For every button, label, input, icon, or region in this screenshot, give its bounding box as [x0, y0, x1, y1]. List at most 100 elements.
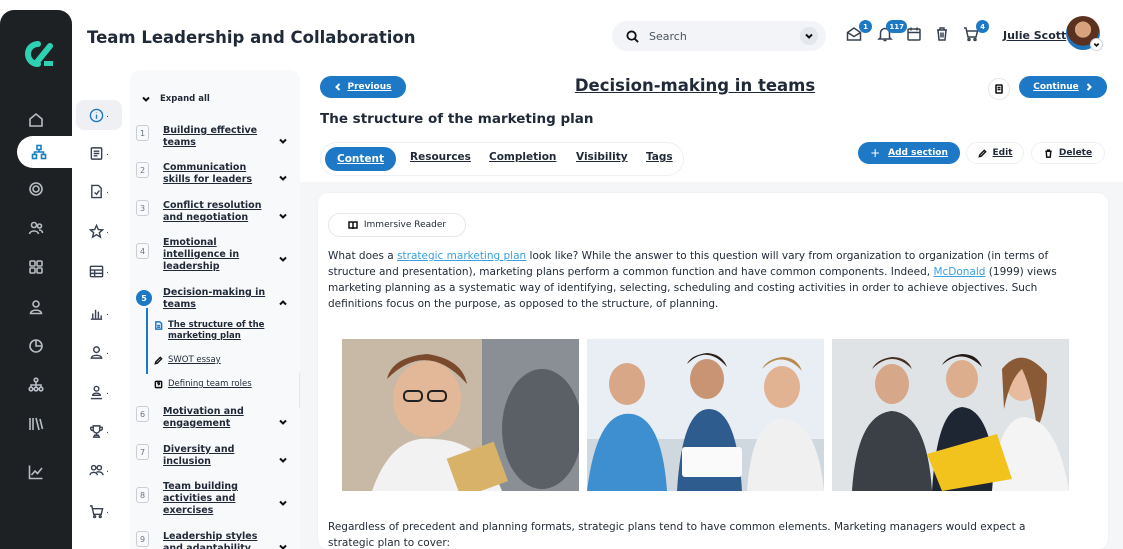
add-section-button[interactable]: + Add section [858, 142, 960, 164]
chapter-item-3[interactable]: 3 Conflict resolution and negotiation [136, 200, 294, 224]
chapter-item-9[interactable]: 9 Leadership styles and adaptability [136, 531, 294, 549]
profile-menu-toggle[interactable] [1090, 38, 1103, 51]
notes-button[interactable] [988, 78, 1010, 100]
pencil-icon [977, 148, 987, 158]
info-icon [89, 108, 104, 122]
chapter-label[interactable]: Building effective teams [163, 125, 271, 149]
rail-pie-chart-icon[interactable] [0, 330, 72, 362]
tab-tags[interactable]: Tags [646, 151, 673, 163]
subitem-swot-essay[interactable]: SWOT essay [154, 355, 294, 366]
rail-library-icon[interactable] [0, 408, 72, 440]
rail-grid-icon[interactable] [0, 251, 72, 283]
expand-all-toggle[interactable]: Expand all [142, 94, 210, 104]
active-chapter-indicator [146, 308, 148, 374]
col-notes-button[interactable]: . [76, 138, 122, 168]
col-cart-button[interactable]: . [76, 496, 122, 526]
subitem-structure-marketing-plan[interactable]: The structure of the marketing plan [154, 320, 294, 342]
group-icon [89, 464, 104, 475]
chevron-down-icon [142, 96, 150, 102]
chapter-label[interactable]: Conflict resolution and negotiation [163, 200, 271, 224]
chevron-down-icon[interactable] [278, 249, 288, 262]
col-document-button[interactable]: . [76, 176, 122, 206]
delete-button[interactable]: Delete [1031, 142, 1105, 164]
col-org-person-button[interactable]: . [76, 377, 122, 407]
continue-button[interactable]: Continue [1019, 76, 1107, 98]
col-bar-chart-button[interactable]: . [76, 298, 122, 328]
trash-icon [937, 27, 947, 41]
rail-home-icon[interactable] [0, 104, 72, 136]
chevron-down-icon[interactable] [278, 131, 288, 144]
rail-user-icon[interactable] [0, 291, 72, 323]
photo-colleagues-folder [832, 339, 1069, 491]
tab-visibility[interactable]: Visibility [576, 151, 628, 163]
subitem-label[interactable]: SWOT essay [168, 355, 221, 366]
chevron-up-icon[interactable] [278, 293, 288, 306]
chevron-right-icon [1086, 83, 1092, 91]
chapter-number: 4 [136, 243, 149, 259]
star-suffix: . [106, 226, 109, 236]
rail-hierarchy-icon[interactable] [0, 369, 72, 401]
col-table-button[interactable]: . [76, 256, 122, 286]
chapter-label[interactable]: Communication skills for leaders [163, 162, 271, 186]
search-scope-dropdown[interactable] [800, 27, 818, 45]
chevron-down-icon[interactable] [278, 450, 288, 463]
tab-resources[interactable]: Resources [410, 151, 471, 163]
notifications-button[interactable]: 117 [877, 20, 907, 44]
cart-button[interactable]: 4 [963, 20, 989, 44]
chapter-item-6[interactable]: 6 Motivation and engagement [136, 406, 294, 430]
chevron-down-icon[interactable] [278, 412, 288, 425]
chapter-number: 1 [136, 125, 149, 141]
bar-chart-suffix: . [106, 308, 109, 318]
chapter-label[interactable]: Motivation and engagement [163, 406, 271, 430]
calendar-button[interactable] [906, 26, 924, 44]
chapter-label[interactable]: Leadership styles and adaptability [163, 531, 271, 549]
search-box[interactable]: Search [612, 21, 826, 51]
subitem-label[interactable]: Defining team roles [168, 379, 252, 390]
chapter-number: 7 [136, 444, 149, 460]
org-person-icon [90, 385, 103, 399]
rail-org-chart-icon[interactable] [17, 136, 77, 168]
chapter-item-1[interactable]: 1 Building effective teams [136, 125, 294, 149]
chevron-down-icon[interactable] [278, 206, 288, 219]
col-info-button[interactable]: . [76, 100, 122, 130]
chapter-item-4[interactable]: 4 Emotional intelligence in leadership [136, 237, 294, 273]
chapter-label[interactable]: Diversity and inclusion [163, 444, 271, 468]
strategic-marketing-plan-link[interactable]: strategic marketing plan [397, 250, 526, 262]
tab-completion[interactable]: Completion [489, 151, 556, 163]
edit-button[interactable]: Edit [966, 142, 1024, 164]
document-icon [91, 184, 102, 198]
rail-line-chart-icon[interactable] [0, 456, 72, 488]
chapter-item-2[interactable]: 2 Communication skills for leaders [136, 162, 294, 186]
chapter-label[interactable]: Team building activities and exercises [163, 481, 271, 517]
col-person-button[interactable]: . [76, 337, 122, 367]
previous-button[interactable]: Previous [320, 76, 406, 98]
chapter-label[interactable]: Emotional intelligence in leadership [163, 237, 271, 273]
search-input[interactable]: Search [649, 30, 687, 43]
col-group-button[interactable]: . [76, 455, 122, 485]
subitem-defining-team-roles[interactable]: Defining team roles [154, 379, 294, 390]
chapter-item-7[interactable]: 7 Diversity and inclusion [136, 444, 294, 468]
col-star-button[interactable]: . [76, 216, 122, 246]
chevron-down-icon[interactable] [278, 168, 288, 181]
notes-suffix: . [106, 148, 109, 158]
chapter-number: 8 [136, 487, 149, 503]
trash-button[interactable] [934, 26, 952, 44]
mcdonald-link[interactable]: McDonald [933, 266, 985, 278]
chapter-item-8[interactable]: 8 Team building activities and exercises [136, 481, 294, 517]
rail-users-icon[interactable] [0, 212, 72, 244]
notes-icon [90, 146, 103, 160]
app-logo[interactable] [20, 40, 54, 68]
subitem-label[interactable]: The structure of the marketing plan [168, 320, 294, 342]
messages-button[interactable]: 1 [846, 20, 872, 44]
col-trophy-button[interactable]: . [76, 416, 122, 446]
chapter-item-5[interactable]: 5 Decision-making in teams [136, 287, 294, 311]
rail-target-icon[interactable] [0, 173, 72, 205]
document-suffix: . [106, 186, 109, 196]
tab-content[interactable]: Content [325, 147, 397, 171]
immersive-reader-button[interactable]: Immersive Reader [328, 213, 466, 237]
chevron-down-icon[interactable] [278, 493, 288, 506]
user-name-link[interactable]: Julie Scott [1003, 29, 1066, 42]
chapter-label[interactable]: Decision-making in teams [163, 287, 271, 311]
chevron-down-icon[interactable] [278, 537, 288, 549]
group-suffix: . [106, 465, 109, 475]
